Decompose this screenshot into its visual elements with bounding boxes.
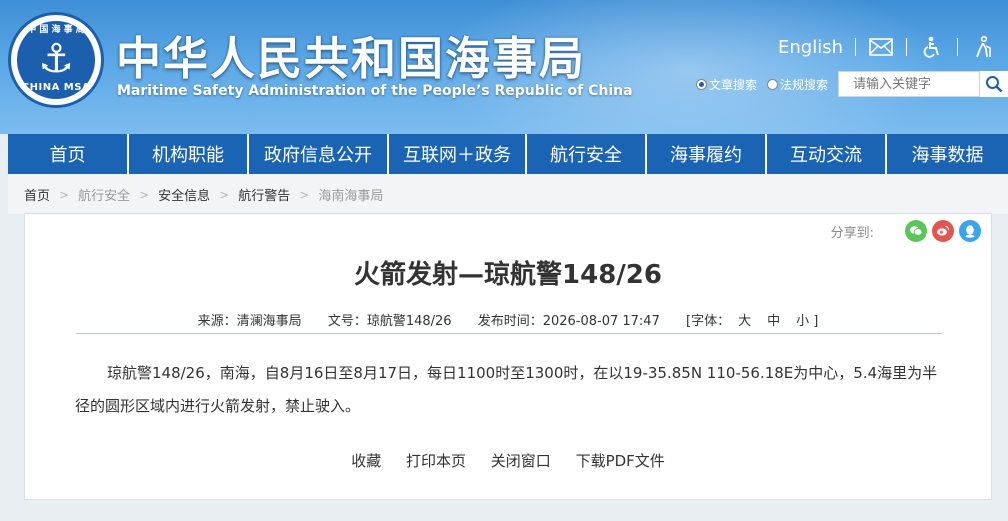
font-size-selector: [字体： 大 中 小 ] (686, 314, 818, 329)
nav-item-functions[interactable]: 机构职能 (129, 134, 247, 174)
share-label: 分享到: (830, 225, 874, 241)
nav-item-data[interactable]: 海事数据 (887, 134, 1008, 174)
search-button[interactable] (980, 71, 1008, 97)
breadcrumb-navigation-safety[interactable]: 航行安全 (78, 185, 130, 204)
article-body: 琼航警148/26，南海，自8月16日至8月17日，每日1100时至1300时，… (75, 364, 938, 415)
radio-dot (695, 78, 707, 90)
msa-logo[interactable]: 中 国 海 事 局 ⚓ CHINA MSA (8, 12, 104, 108)
radio-label: 文章搜索 (708, 77, 757, 92)
elderly-care-icon[interactable] (970, 35, 996, 59)
article-doc-number: 文号：琼航警148/26 (327, 314, 452, 329)
search-input[interactable] (838, 71, 980, 97)
qq-icon[interactable] (959, 220, 981, 242)
breadcrumb-safety-info[interactable]: 安全信息 (158, 185, 210, 204)
divider (855, 38, 856, 56)
nav-item-interaction[interactable]: 互动交流 (767, 134, 885, 174)
article-publish-time: 发布时间：2026-08-07 17:47 (477, 314, 660, 329)
breadcrumb-hainan-msa[interactable]: 海南海事局 (318, 185, 383, 204)
print-link[interactable]: 打印本页 (406, 452, 466, 470)
site-header: 中 国 海 事 局 ⚓ CHINA MSA 中华人民共和国海事局 Maritim… (0, 0, 1008, 134)
search-type-regulation-radio[interactable]: 法规搜索 (766, 76, 828, 93)
chevron-right-icon: > (59, 187, 70, 202)
logo-emblem: 中 国 海 事 局 ⚓ CHINA MSA (17, 21, 95, 99)
meta-divider (76, 333, 942, 334)
page-bottom-strip (0, 509, 1008, 521)
breadcrumb-nav-warnings[interactable]: 航行警告 (238, 185, 290, 204)
logo-ring-bottom-text: CHINA MSA (21, 82, 91, 93)
accessibility-icon[interactable] (919, 35, 945, 59)
divider (957, 38, 958, 56)
article-source: 来源：清澜海事局 (197, 314, 302, 329)
font-size-medium[interactable]: 中 (767, 314, 780, 329)
breadcrumb-home[interactable]: 首页 (24, 185, 50, 204)
site-subtitle: Maritime Safety Administration of the Pe… (117, 83, 633, 99)
anchor-icon: ⚓ (38, 36, 74, 82)
breadcrumb-bar: 首页 > 航行安全 > 安全信息 > 航行警告 > 海南海事局 (8, 174, 1008, 214)
main-nav: 首页 机构职能 政府信息公开 互联网＋政务 航行安全 海事履约 互动交流 海事数… (8, 134, 1008, 174)
download-pdf-link[interactable]: 下载PDF文件 (576, 452, 665, 470)
radio-label: 法规搜索 (779, 77, 828, 92)
font-size-large[interactable]: 大 (738, 314, 751, 329)
chevron-right-icon: > (139, 187, 150, 202)
nav-item-compliance[interactable]: 海事履约 (647, 134, 765, 174)
article-actions: 收藏 打印本页 关闭窗口 下载PDF文件 (25, 450, 991, 471)
chevron-right-icon: > (299, 187, 310, 202)
close-window-link[interactable]: 关闭窗口 (491, 452, 551, 470)
nav-item-internet-gov[interactable]: 互联网＋政务 (389, 134, 525, 174)
wechat-icon[interactable] (905, 220, 927, 242)
font-size-small[interactable]: 小 ] (796, 314, 818, 329)
weibo-icon[interactable] (932, 220, 954, 242)
nav-item-gov-info[interactable]: 政府信息公开 (249, 134, 387, 174)
chevron-right-icon: > (219, 187, 230, 202)
nav-item-home[interactable]: 首页 (8, 134, 127, 174)
favorite-link[interactable]: 收藏 (351, 452, 381, 470)
divider (906, 38, 907, 56)
share-bar: 分享到: (831, 220, 981, 242)
radio-dot (766, 78, 778, 90)
breadcrumb: 首页 > 航行安全 > 安全信息 > 航行警告 > 海南海事局 (24, 185, 383, 205)
search-bar: 文章搜索 法规搜索 (695, 71, 1008, 97)
logo-ring-top-text: 中 国 海 事 局 (27, 25, 85, 35)
font-size-label: [字体： (686, 314, 731, 329)
article-title: 火箭发射—琼航警148/26 (354, 260, 662, 290)
article-panel: 分享到: 火箭发射—琼航警148/26 来源：清澜海事局 文号：琼航警148/2… (24, 213, 992, 500)
nav-item-navigation-safety[interactable]: 航行安全 (527, 134, 645, 174)
site-title[interactable]: 中华人民共和国海事局 (116, 22, 586, 87)
search-type-article-radio[interactable]: 文章搜索 (695, 76, 757, 93)
top-links: English (778, 34, 996, 60)
mail-icon[interactable] (868, 35, 894, 59)
search-icon (986, 76, 1003, 93)
english-link[interactable]: English (778, 37, 843, 58)
article-meta: 来源：清澜海事局 文号：琼航警148/26 发布时间：2026-08-07 17… (25, 310, 991, 329)
